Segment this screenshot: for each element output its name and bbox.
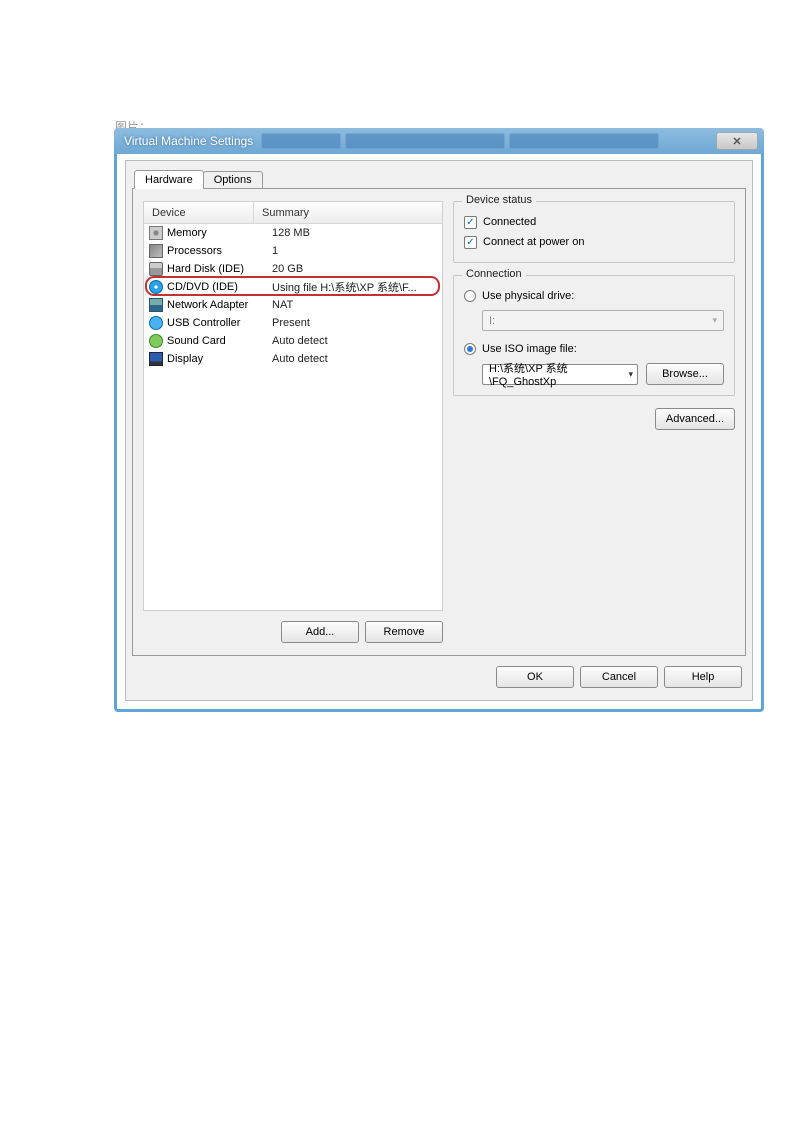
combo-value: H:\系统\XP 系统\FQ_GhostXp <box>489 360 628 388</box>
device-row-processors[interactable]: Processors 1 <box>144 242 442 260</box>
group-title: Device status <box>462 194 536 206</box>
device-name: Hard Disk (IDE) <box>167 263 272 275</box>
remove-button[interactable]: Remove <box>365 621 443 643</box>
add-button[interactable]: Add... <box>281 621 359 643</box>
column-header-summary[interactable]: Summary <box>254 202 442 223</box>
memory-icon <box>148 225 164 241</box>
radio-icon <box>464 290 476 302</box>
physical-drive-radio[interactable]: Use physical drive: <box>464 286 724 306</box>
checkbox-label: Connect at power on <box>483 236 585 248</box>
device-row-cddvd[interactable]: CD/DVD (IDE) Using file H:\系统\XP 系统\F... <box>144 278 442 296</box>
device-name: Display <box>167 353 272 365</box>
sound-icon <box>148 333 164 349</box>
device-summary: 20 GB <box>272 263 442 275</box>
vm-settings-window: Virtual Machine Settings ✕ Hardware Opti… <box>114 128 764 712</box>
device-status-group: Device status ✓ Connected ✓ Connect at p… <box>453 201 735 263</box>
network-icon <box>148 297 164 313</box>
connected-checkbox[interactable]: ✓ Connected <box>464 212 724 232</box>
help-button[interactable]: Help <box>664 666 742 688</box>
device-row-memory[interactable]: Memory 128 MB <box>144 224 442 242</box>
column-header-device[interactable]: Device <box>144 202 254 223</box>
device-summary: NAT <box>272 299 442 311</box>
device-list[interactable]: Device Summary Memory 128 MB Processors … <box>143 201 443 611</box>
radio-label: Use physical drive: <box>482 290 574 302</box>
device-summary: Auto detect <box>272 353 442 365</box>
connection-group: Connection Use physical drive: I: ▾ <box>453 275 735 396</box>
device-row-network[interactable]: Network Adapter NAT <box>144 296 442 314</box>
device-name: Memory <box>167 227 272 239</box>
taskbar-background <box>261 132 708 150</box>
device-name: USB Controller <box>167 317 272 329</box>
device-summary: 128 MB <box>272 227 442 239</box>
device-name: Sound Card <box>167 335 272 347</box>
cd-icon <box>148 279 164 295</box>
physical-drive-select: I: ▾ <box>482 310 724 331</box>
dialog-footer: OK Cancel Help <box>132 656 746 690</box>
device-row-sound[interactable]: Sound Card Auto detect <box>144 332 442 350</box>
browse-button[interactable]: Browse... <box>646 363 724 385</box>
device-row-harddisk[interactable]: Hard Disk (IDE) 20 GB <box>144 260 442 278</box>
advanced-button[interactable]: Advanced... <box>655 408 735 430</box>
checkbox-label: Connected <box>483 216 536 228</box>
display-icon <box>148 351 164 367</box>
ok-button[interactable]: OK <box>496 666 574 688</box>
cpu-icon <box>148 243 164 259</box>
select-value: I: <box>489 315 495 327</box>
device-row-display[interactable]: Display Auto detect <box>144 350 442 368</box>
tab-options[interactable]: Options <box>203 171 263 189</box>
checkbox-icon: ✓ <box>464 236 477 249</box>
device-row-usb[interactable]: USB Controller Present <box>144 314 442 332</box>
usb-icon <box>148 315 164 331</box>
radio-label: Use ISO image file: <box>482 343 577 355</box>
device-summary: Present <box>272 317 442 329</box>
device-name: CD/DVD (IDE) <box>167 281 272 293</box>
titlebar[interactable]: Virtual Machine Settings ✕ <box>114 128 764 154</box>
radio-icon <box>464 343 476 355</box>
window-close-button[interactable]: ✕ <box>716 132 758 150</box>
cancel-button[interactable]: Cancel <box>580 666 658 688</box>
device-summary: Auto detect <box>272 335 442 347</box>
iso-path-combo[interactable]: H:\系统\XP 系统\FQ_GhostXp ▾ <box>482 364 638 385</box>
device-list-header: Device Summary <box>144 202 442 224</box>
close-icon: ✕ <box>732 135 741 148</box>
hdd-icon <box>148 261 164 277</box>
tab-strip: Hardware Options <box>132 167 746 189</box>
chevron-down-icon: ▾ <box>712 315 717 326</box>
device-summary: 1 <box>272 245 442 257</box>
connect-poweron-checkbox[interactable]: ✓ Connect at power on <box>464 232 724 252</box>
checkbox-icon: ✓ <box>464 216 477 229</box>
device-name: Processors <box>167 245 272 257</box>
window-title: Virtual Machine Settings <box>124 134 253 148</box>
device-summary: Using file H:\系统\XP 系统\F... <box>272 279 442 295</box>
group-title: Connection <box>462 268 526 280</box>
chevron-down-icon: ▾ <box>628 369 633 380</box>
device-name: Network Adapter <box>167 299 272 311</box>
tab-hardware[interactable]: Hardware <box>134 170 204 189</box>
iso-image-radio[interactable]: Use ISO image file: <box>464 339 724 359</box>
